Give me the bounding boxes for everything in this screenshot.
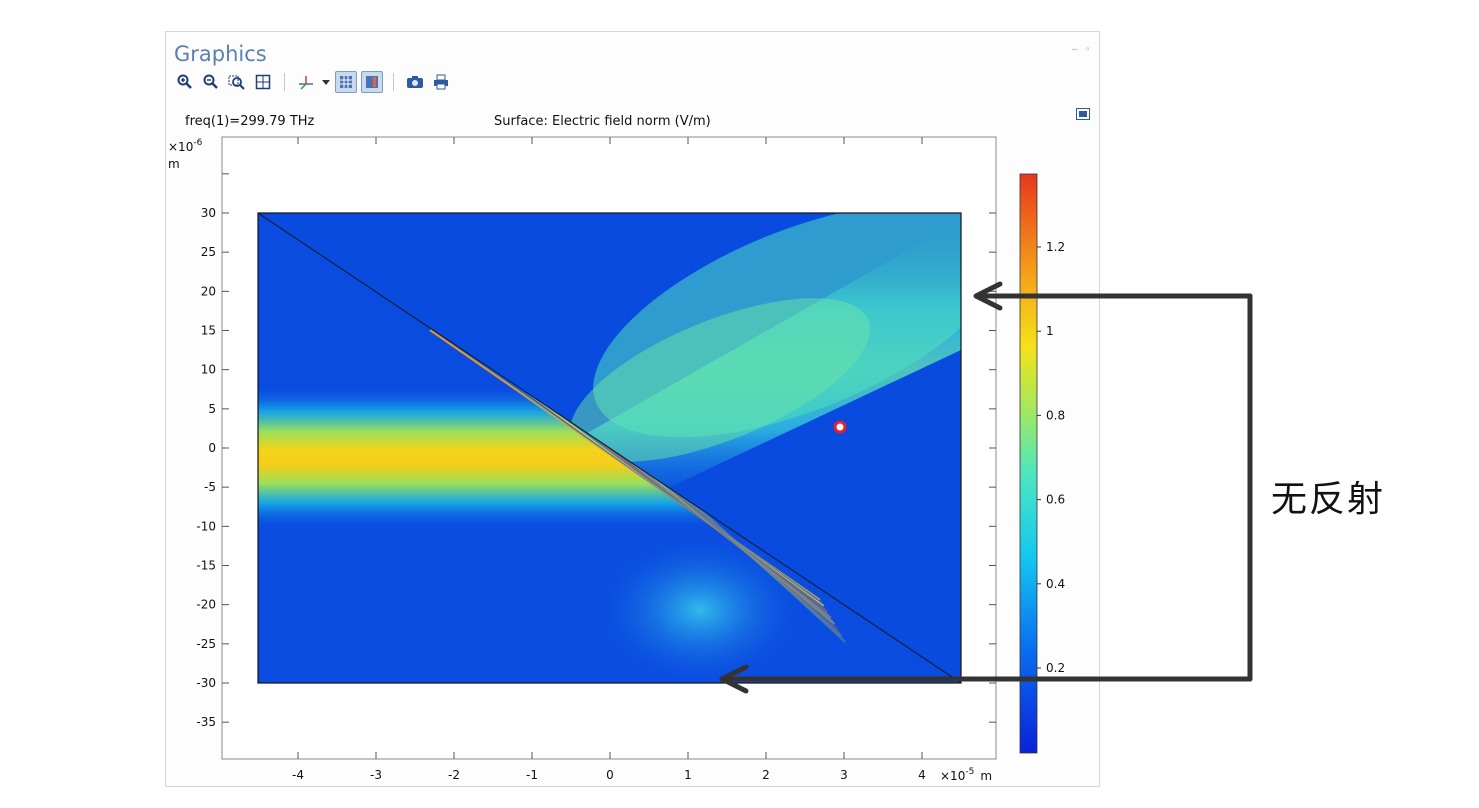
y-tick-label: -10 xyxy=(196,519,216,533)
y-tick-label: 20 xyxy=(201,284,216,298)
probe-marker[interactable] xyxy=(833,420,847,434)
x-tick-label: -1 xyxy=(526,768,538,782)
colorbar-tick-label: 0.4 xyxy=(1046,577,1065,591)
y-tick-label: 5 xyxy=(208,402,216,416)
colorbar-tick-label: 1 xyxy=(1046,324,1054,338)
y-tick-label: 30 xyxy=(201,206,216,220)
y-tick-label: -15 xyxy=(196,559,216,573)
y-tick-label: 0 xyxy=(208,441,216,455)
y-tick-label: -35 xyxy=(196,715,216,729)
colorbar xyxy=(1019,173,1038,754)
x-tick-label: 3 xyxy=(840,768,848,782)
x-tick-label: 4 xyxy=(918,768,926,782)
colorbar-tick-label: 1.2 xyxy=(1046,240,1065,254)
y-tick-label: 15 xyxy=(201,324,216,338)
y-unit-label: m xyxy=(168,157,180,171)
colorbar-ticks: 1.2 1 0.8 0.6 0.4 0.2 xyxy=(1037,240,1065,675)
field-map xyxy=(258,213,961,683)
annotation-label: 无反射 xyxy=(1271,479,1386,520)
plot-canvas: 302520151050-5-10-15-20-25-30-35 -4 -3 -2-… xyxy=(168,136,1253,783)
x-tick-label: 1 xyxy=(684,768,692,782)
x-tick-label: -2 xyxy=(448,768,460,782)
x-tick-label: 2 xyxy=(762,768,770,782)
x-exponent-label: ×10-5 m xyxy=(940,767,992,783)
y-tick-label: 25 xyxy=(201,245,216,259)
y-tick-label: -20 xyxy=(196,598,216,612)
x-tick-label: -3 xyxy=(370,768,382,782)
y-tick-label: -5 xyxy=(204,480,216,494)
colorbar-tick-label: 0.8 xyxy=(1046,408,1065,422)
colorbar-tick-label: 0.6 xyxy=(1046,493,1065,507)
y-exponent-label: ×10-6 xyxy=(168,138,203,154)
y-tick-label: 10 xyxy=(201,363,216,377)
colorbar-tick-label: 0.2 xyxy=(1046,661,1065,675)
x-tick-label: -4 xyxy=(292,768,304,782)
x-tick-label: 0 xyxy=(606,768,614,782)
y-tick-label: -25 xyxy=(196,637,216,651)
y-tick-label: -30 xyxy=(196,676,216,690)
